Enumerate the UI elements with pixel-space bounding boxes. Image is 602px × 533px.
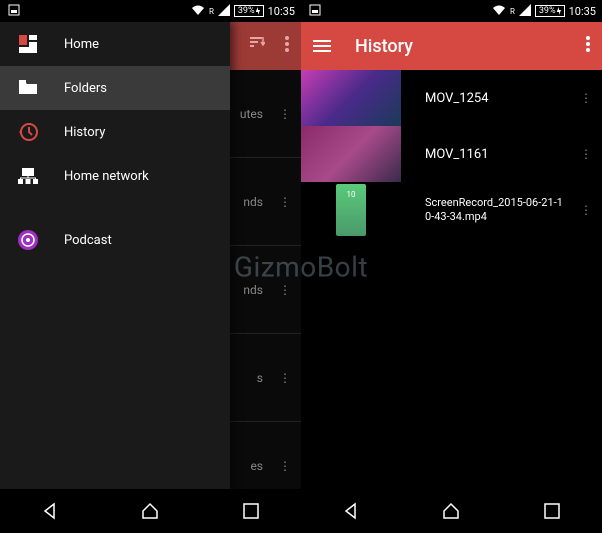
overflow-icon: ⋮ — [279, 107, 291, 121]
home-button[interactable] — [440, 500, 462, 522]
drawer-item-label: Folders — [64, 81, 107, 96]
screenshot-icon — [309, 4, 321, 19]
wifi-icon — [191, 4, 205, 19]
clock: 10:35 — [268, 5, 295, 18]
hamburger-icon[interactable] — [313, 40, 331, 52]
action-bar: History — [301, 22, 602, 70]
network-icon — [18, 166, 38, 186]
status-bar: R 39% 10:35 — [0, 0, 301, 22]
overflow-icon[interactable] — [285, 36, 289, 56]
folder-icon — [18, 78, 38, 98]
overflow-icon[interactable]: ⋮ — [570, 147, 602, 161]
drawer-item-home[interactable]: Home — [0, 22, 230, 66]
signal-label: R — [510, 7, 515, 16]
history-icon — [18, 122, 38, 142]
history-list: MOV_1254 ⋮ MOV_1161 ⋮ ScreenRecord_2015-… — [301, 70, 602, 489]
battery-indicator: 39% — [535, 5, 565, 17]
video-thumbnail — [301, 182, 401, 238]
video-thumbnail — [301, 70, 401, 126]
navigation-bar — [0, 489, 301, 533]
back-button[interactable] — [340, 500, 362, 522]
drawer-item-label: Home — [64, 37, 99, 52]
overflow-icon: ⋮ — [279, 371, 291, 385]
overflow-icon[interactable] — [586, 36, 590, 56]
overflow-icon: ⋮ — [279, 195, 291, 209]
video-label: MOV_1254 — [401, 91, 570, 106]
signal-icon — [218, 4, 230, 19]
podcast-icon — [18, 230, 38, 250]
history-item[interactable]: MOV_1254 ⋮ — [301, 70, 602, 126]
overflow-icon: ⋮ — [279, 459, 291, 473]
drawer-item-home-network[interactable]: Home network — [0, 154, 230, 198]
home-tiles-icon — [18, 34, 38, 54]
overflow-icon[interactable]: ⋮ — [570, 203, 602, 217]
history-item[interactable]: MOV_1161 ⋮ — [301, 126, 602, 182]
screenshot-icon — [8, 4, 20, 19]
status-bar: R 39% 10:35 — [301, 0, 602, 22]
overflow-icon: ⋮ — [279, 283, 291, 297]
clock: 10:35 — [569, 5, 596, 18]
video-label: MOV_1161 — [401, 147, 570, 162]
sort-icon[interactable] — [247, 35, 265, 57]
drawer-item-history[interactable]: History — [0, 110, 230, 154]
left-screen: R 39% 10:35 utes ⋮ nds ⋮ nds ⋮ — [0, 0, 301, 533]
overflow-icon[interactable]: ⋮ — [570, 91, 602, 105]
signal-icon — [519, 4, 531, 19]
wifi-icon — [492, 4, 506, 19]
video-thumbnail — [301, 126, 401, 182]
drawer-item-folders[interactable]: Folders — [0, 66, 230, 110]
recent-button[interactable] — [541, 500, 563, 522]
drawer-item-label: Home network — [64, 169, 149, 184]
drawer-item-podcast[interactable]: Podcast — [0, 218, 230, 262]
home-button[interactable] — [139, 500, 161, 522]
video-label: ScreenRecord_2015-06-21-10-43-34.mp4 — [401, 196, 570, 225]
drawer-item-label: Podcast — [64, 233, 112, 248]
page-title: History — [355, 36, 413, 57]
navigation-drawer: Home Folders History Home network Podca — [0, 22, 230, 489]
right-screen: R 39% 10:35 History MOV_1254 ⋮ MOV_1161 … — [301, 0, 602, 533]
history-item[interactable]: ScreenRecord_2015-06-21-10-43-34.mp4 ⋮ — [301, 182, 602, 238]
recent-button[interactable] — [240, 500, 262, 522]
back-button[interactable] — [39, 500, 61, 522]
signal-label: R — [209, 7, 214, 16]
navigation-bar — [301, 489, 602, 533]
drawer-item-label: History — [64, 125, 105, 140]
battery-indicator: 39% — [234, 5, 264, 17]
